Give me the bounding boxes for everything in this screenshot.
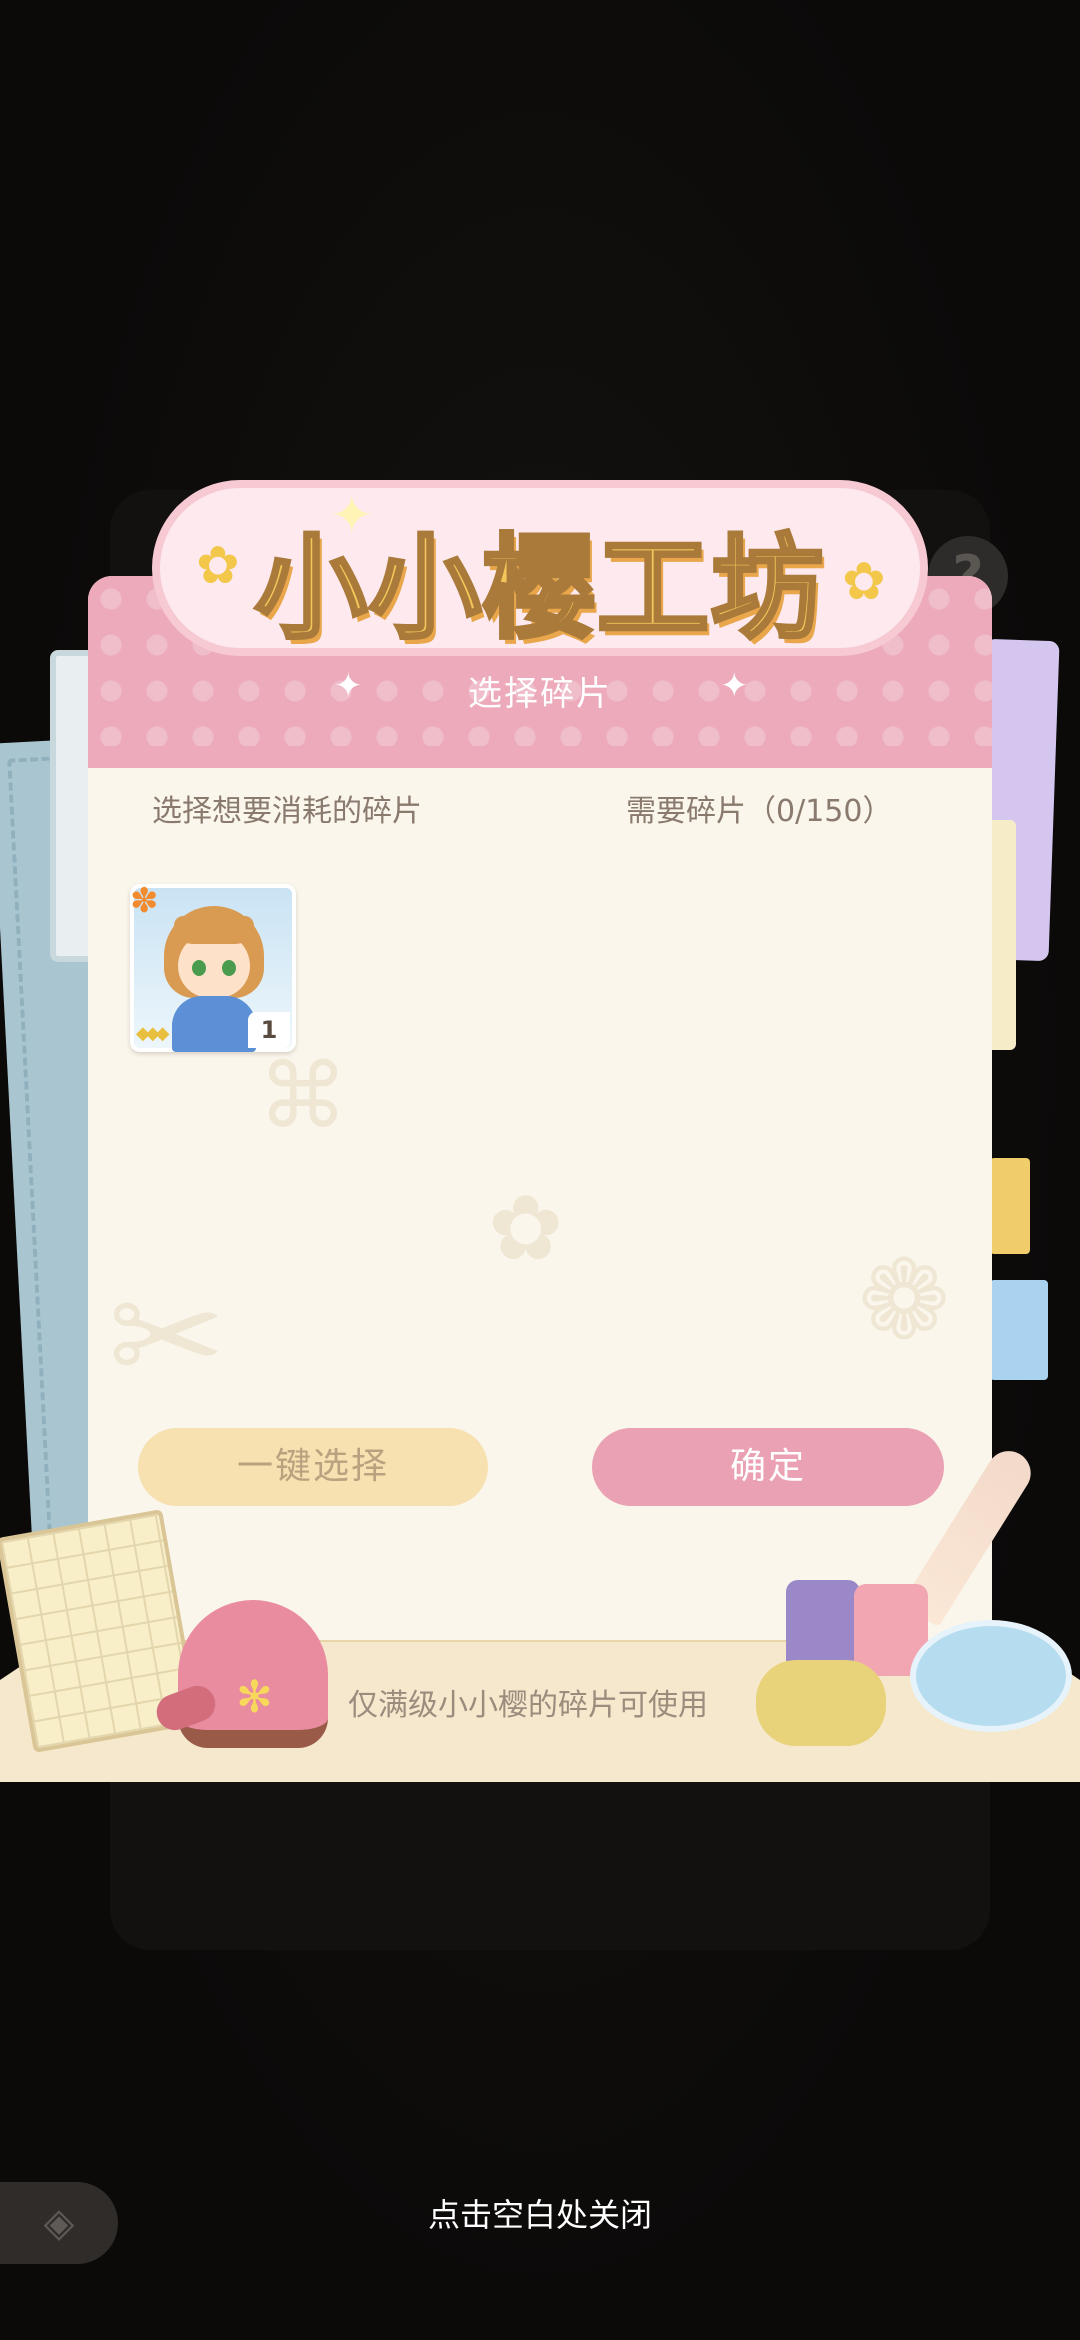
- select-all-button[interactable]: 一键选择: [138, 1428, 488, 1506]
- rank-diamonds-icon: ◆◆◆: [136, 1023, 169, 1044]
- workshop-logo: 小小樱工坊: [253, 522, 825, 656]
- item-count: 1: [248, 1012, 290, 1048]
- bow-decoration: ⌘: [258, 1044, 348, 1149]
- orange-flower-icon: ✽: [130, 884, 159, 921]
- close-hint: 点击空白处关闭: [427, 2196, 652, 2234]
- yellow-spool-decoration: [756, 1660, 886, 1746]
- select-prompt: 选择想要消耗的碎片: [152, 794, 422, 829]
- scissors-decoration: ✂: [108, 1256, 226, 1419]
- purple-spool-decoration: [786, 1580, 860, 1672]
- side-tag-blue: [990, 1280, 1048, 1380]
- required-shards: 需要碎片（0/150）: [626, 794, 893, 829]
- header-scallop-edge: [88, 746, 992, 782]
- yarn-decoration: ❁: [858, 1236, 951, 1364]
- shard-item-card[interactable]: ✽ ◆◆◆ 1: [130, 884, 296, 1052]
- dialog-title: 选择碎片: [468, 674, 612, 714]
- side-tag-yellow: [990, 1158, 1030, 1254]
- usage-note: 仅满级小小樱的碎片可使用: [348, 1688, 708, 1723]
- pincushion-decoration: ✿: [488, 1176, 564, 1281]
- ribbon-tape-decoration: [910, 1620, 1072, 1732]
- confirm-button[interactable]: 确定: [592, 1428, 944, 1506]
- flower-icon: ✻: [236, 1672, 273, 1723]
